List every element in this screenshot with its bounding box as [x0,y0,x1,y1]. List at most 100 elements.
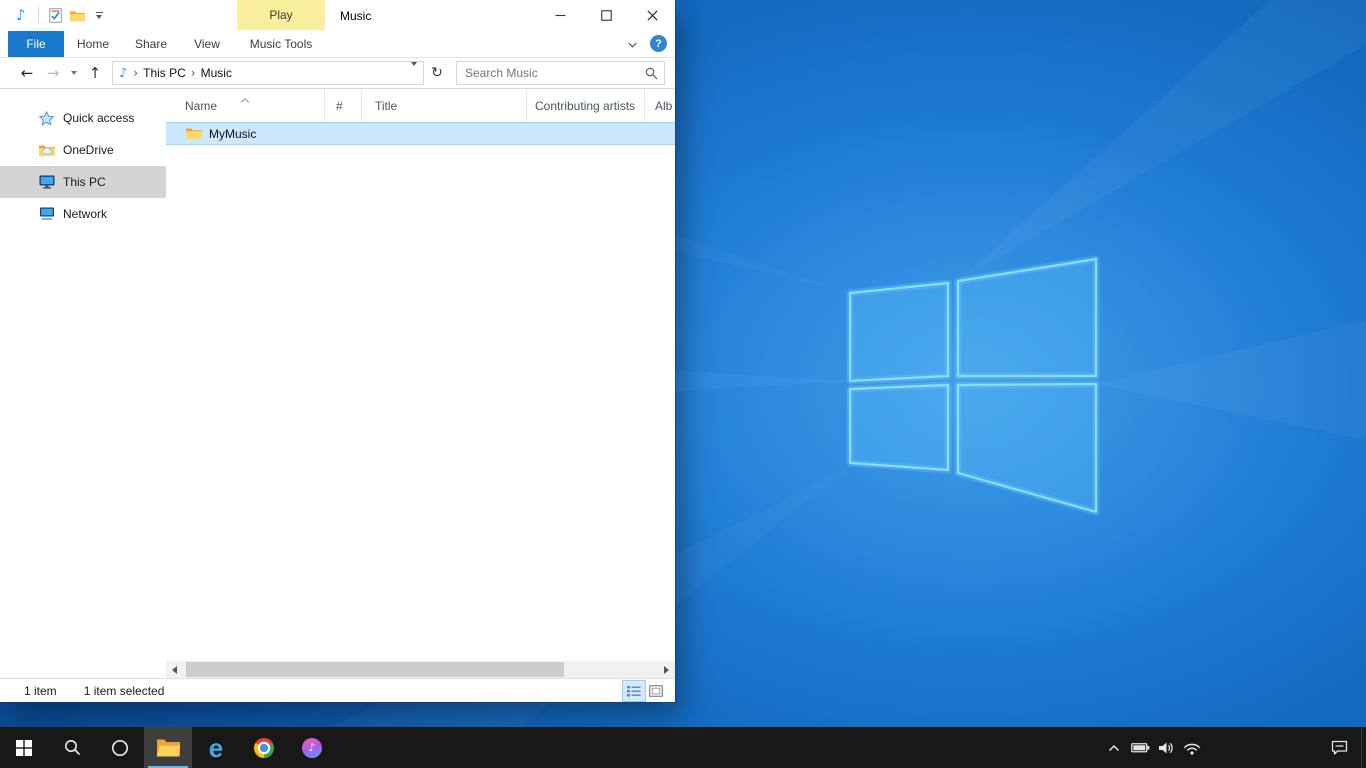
properties-icon [49,8,62,23]
back-button[interactable]: ← [14,60,40,86]
sort-ascending-icon [241,92,250,106]
column-header-title[interactable]: Title [362,89,527,122]
large-icons-view-button[interactable] [645,681,667,701]
qat-customize-button[interactable] [90,7,108,24]
breadcrumb-music[interactable]: Music [196,66,237,80]
tray-expand-button[interactable] [1101,727,1127,768]
volume-button[interactable] [1153,727,1179,768]
sidebar-item-label: This PC [63,175,106,189]
qat-new-folder-button[interactable] [68,7,86,24]
help-button[interactable]: ? [650,35,667,52]
horizontal-scrollbar[interactable] [166,661,675,678]
ribbon-tab-home[interactable]: Home [70,31,116,57]
ribbon-tab-play[interactable]: Play [237,0,325,30]
view-toggle-buttons [623,681,667,701]
star-icon [38,111,55,126]
sidebar-item-label: Network [63,207,107,221]
show-desktop-button[interactable] [1361,727,1366,768]
taskbar: e ♪ [0,727,1366,768]
column-label: Alb [655,99,672,113]
cortana-button[interactable] [96,727,144,768]
column-header-album[interactable]: Alb [645,89,675,122]
ribbon-expand-button[interactable] [623,38,641,52]
maximize-button[interactable] [583,0,629,30]
up-button[interactable]: ↑ [82,60,108,86]
edge-icon: e [209,735,223,761]
scroll-right-button[interactable] [658,661,675,678]
column-header-name[interactable]: Name [166,89,325,122]
maximize-icon [601,10,612,21]
action-center-icon [1331,740,1348,755]
battery-icon [1131,741,1150,754]
ribbon-tab-file[interactable]: File [8,31,64,57]
search-icon [64,739,81,756]
search-input[interactable] [457,66,638,80]
address-toolbar: ← → ↑ ♪ › This PC › Music ↻ [0,58,675,89]
location-music-icon: ♪ [119,66,127,81]
chevron-left-icon [172,666,177,674]
computer-icon [38,175,55,189]
file-name: MyMusic [209,127,256,141]
column-header-contributing-artists[interactable]: Contributing artists [527,89,645,122]
wifi-icon [1183,741,1201,755]
large-icons-view-icon [649,685,663,697]
recent-locations-button[interactable] [66,60,82,86]
search-box [456,61,665,85]
close-button[interactable] [629,0,675,30]
titlebar-separator [38,7,39,23]
ribbon-tab-view[interactable]: View [184,31,230,57]
sidebar-item-network[interactable]: Network [0,198,166,230]
breadcrumb-this-pc[interactable]: This PC [138,66,191,80]
address-bar[interactable]: ♪ › This PC › Music [112,61,424,85]
column-label: Title [375,99,397,113]
chevron-down-icon [411,62,417,80]
ribbon-tab-share[interactable]: Share [127,31,175,57]
close-icon [647,10,658,21]
battery-status-button[interactable] [1127,727,1153,768]
taskbar-edge-button[interactable]: e [192,727,240,768]
window-controls [537,0,675,30]
network-wifi-button[interactable] [1179,727,1205,768]
status-bar: 1 item 1 item selected [0,678,675,702]
contextual-group-music-tools[interactable]: Music Tools [237,31,325,57]
taskbar-search-button[interactable] [48,727,96,768]
taskbar-itunes-button[interactable]: ♪ [288,727,336,768]
sidebar-item-label: OneDrive [63,143,114,157]
ribbon-tab-row: File Home Share View Music Tools ? [0,30,675,58]
scroll-left-button[interactable] [166,661,183,678]
file-list-pane: Name # Title Contributing artists Alb [166,89,675,678]
taskbar-file-explorer-button[interactable] [144,727,192,768]
taskbar-chrome-button[interactable] [240,727,288,768]
search-button[interactable] [638,67,664,80]
system-tray [1101,727,1366,768]
minimize-button[interactable] [537,0,583,30]
music-note-icon: ♪ [16,6,26,24]
titlebar: ♪ Play Music [0,0,675,30]
items-count: 1 item [24,684,57,698]
start-button[interactable] [0,727,48,768]
file-row-mymusic[interactable]: MyMusic [166,122,675,145]
itunes-icon: ♪ [302,738,322,758]
sidebar-item-label: Quick access [63,111,134,125]
sidebar-item-onedrive[interactable]: OneDrive [0,134,166,166]
address-dropdown-button[interactable] [411,66,417,80]
qat-properties-button[interactable] [46,7,64,24]
details-view-button[interactable] [623,681,645,701]
action-center-button[interactable] [1317,727,1361,768]
chevron-down-icon [628,42,637,48]
explorer-window: ♪ Play Music [0,0,675,702]
column-header-number[interactable]: # [325,89,362,122]
chevron-down-icon [71,71,77,75]
forward-button[interactable]: → [40,60,66,86]
windows-logo-icon [16,740,32,756]
cortana-icon [111,739,129,757]
scrollbar-thumb[interactable] [186,662,564,677]
sidebar-item-this-pc[interactable]: This PC [0,166,166,198]
volume-icon [1158,741,1174,755]
refresh-button[interactable]: ↻ [424,61,450,85]
onedrive-icon [38,144,55,157]
folder-icon [70,10,85,22]
search-icon [645,67,658,80]
sidebar-item-quick-access[interactable]: Quick access [0,102,166,134]
column-headers: Name # Title Contributing artists Alb [166,89,675,122]
